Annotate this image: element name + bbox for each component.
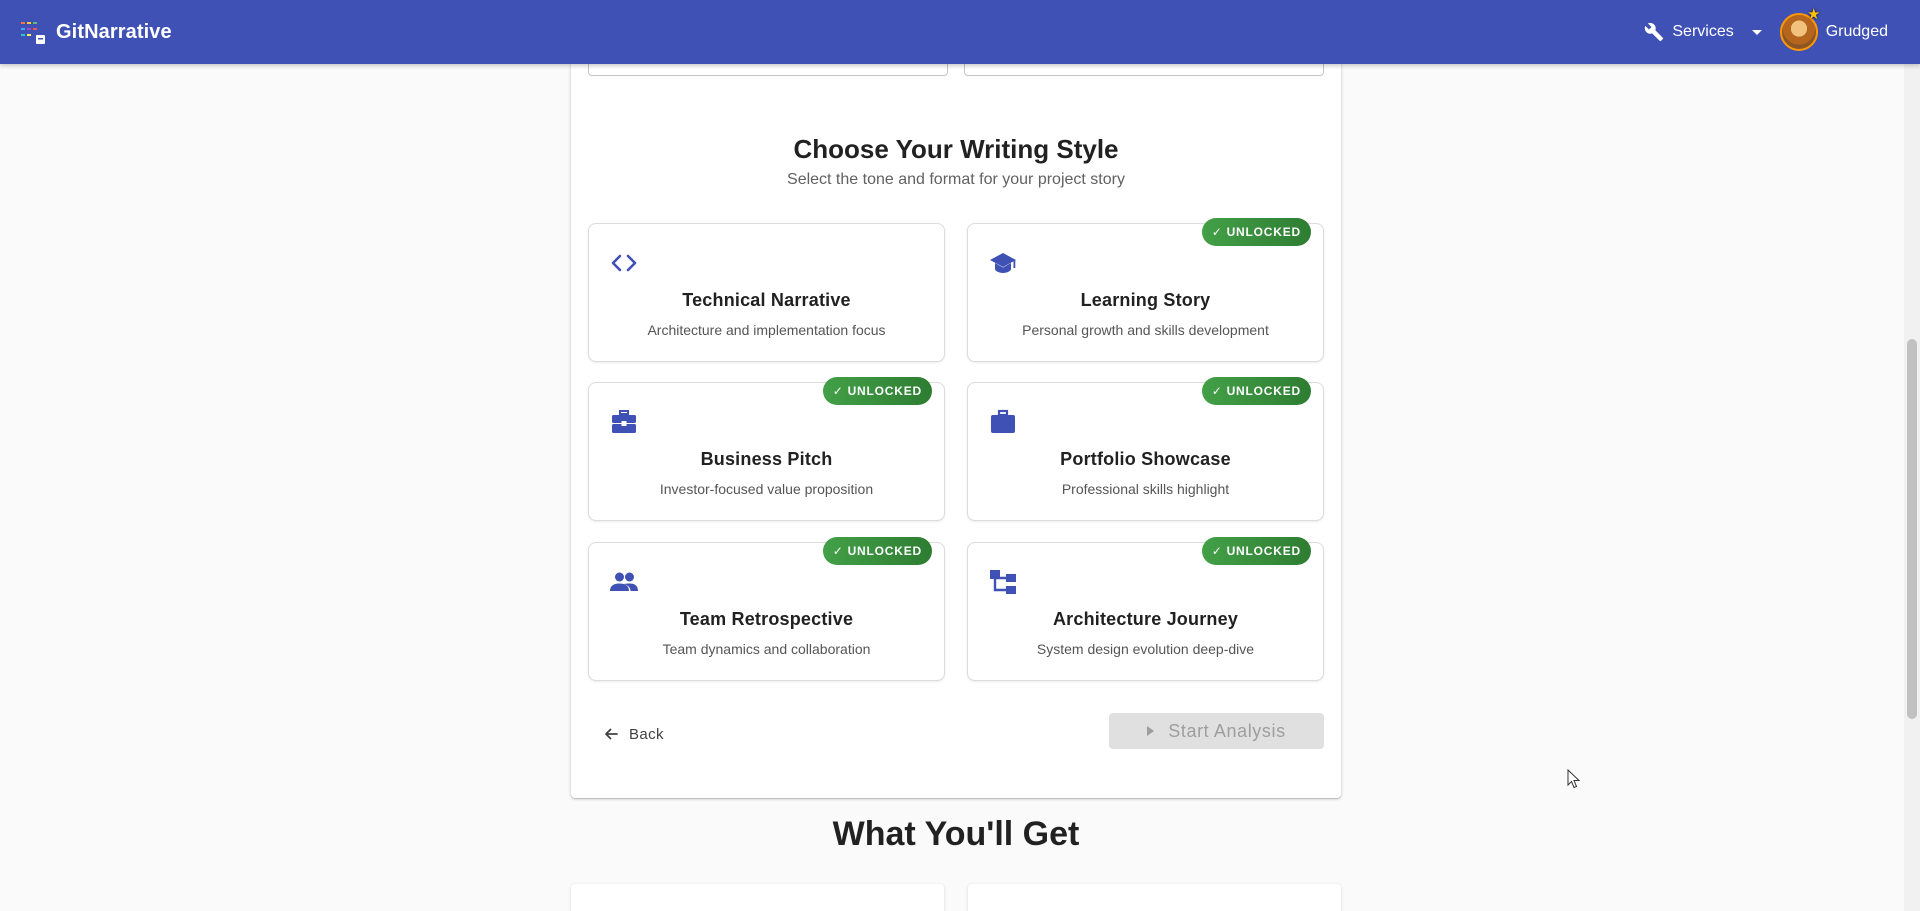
style-card-technical-narrative[interactable]: Technical Narrative Architecture and imp… — [588, 223, 945, 362]
services-menu-button[interactable]: Services — [1644, 22, 1734, 42]
back-label: Back — [629, 725, 664, 743]
people-icon — [610, 572, 638, 591]
arrow-left-icon — [605, 728, 618, 740]
chevron-down-icon[interactable] — [1751, 29, 1762, 35]
start-analysis-button[interactable]: Start Analysis — [1109, 713, 1324, 749]
app-bar: GitNarrative Services ★ Grudged — [0, 0, 1920, 64]
check-icon: ✓ — [832, 544, 844, 558]
scrollbar-thumb[interactable] — [1907, 339, 1917, 719]
style-card-description: Professional skills highlight — [1061, 481, 1230, 497]
unlocked-badge: ✓ UNLOCKED — [1201, 218, 1311, 246]
style-card-business-pitch[interactable]: ✓ UNLOCKED Business Pitch Investor-focuse… — [588, 377, 945, 521]
wrench-icon — [1645, 22, 1664, 42]
style-card-team-retrospective[interactable]: ✓ UNLOCKED Team Retrospective Team dynami… — [588, 537, 945, 681]
style-card-description: Architecture and implementation focus — [647, 322, 886, 338]
unlocked-badge: ✓ UNLOCKED — [1201, 377, 1311, 405]
check-icon: ✓ — [1211, 544, 1223, 558]
style-card-title: Architecture Journey — [1052, 609, 1239, 629]
graduation-cap-icon — [990, 253, 1016, 273]
style-card-description: Investor-focused value proposition — [659, 481, 874, 497]
back-button[interactable]: Back — [595, 716, 672, 752]
feature-card — [968, 884, 1341, 911]
page-scrollbar[interactable] — [1904, 64, 1920, 911]
features-section-title: What You'll Get — [832, 815, 1080, 853]
style-card-portfolio-showcase[interactable]: ✓ UNLOCKED Portfolio Showcase Professiona… — [967, 377, 1324, 521]
code-icon — [611, 254, 637, 272]
style-card-title: Business Pitch — [700, 449, 833, 469]
start-analysis-label: Start Analysis — [1168, 720, 1286, 741]
unlocked-badge: ✓ UNLOCKED — [1201, 537, 1311, 565]
style-card-title: Learning Story — [1080, 290, 1211, 310]
user-menu-button[interactable]: ★ Grudged — [1779, 7, 1888, 51]
section-title: Choose Your Writing Style — [793, 134, 1119, 164]
section-subtitle: Select the tone and format for your proj… — [787, 171, 1125, 188]
style-card-architecture-journey[interactable]: ✓ UNLOCKED Architecture Journey System de… — [967, 537, 1324, 681]
check-icon: ✓ — [1211, 225, 1223, 239]
style-card-learning-story[interactable]: ✓ UNLOCKED Learning Story Personal growth… — [967, 218, 1324, 362]
briefcase-plus-icon — [612, 410, 636, 433]
play-icon — [1147, 726, 1155, 736]
check-icon: ✓ — [1211, 384, 1223, 398]
work-bag-icon — [991, 409, 1015, 433]
star-icon: ★ — [1807, 6, 1821, 23]
user-name: Grudged — [1825, 23, 1888, 40]
style-card-title: Team Retrospective — [679, 609, 854, 629]
brand-logo-icon — [21, 22, 45, 44]
style-selection-panel: Choose Your Writing Style Select the ton… — [571, 36, 1341, 798]
avatar: ★ — [1779, 7, 1820, 51]
feature-card — [571, 884, 944, 911]
brand-name: GitNarrative — [56, 20, 172, 43]
services-label: Services — [1672, 23, 1734, 40]
style-card-title: Technical Narrative — [682, 290, 851, 310]
hierarchy-icon — [990, 570, 1016, 594]
style-card-title: Portfolio Showcase — [1060, 449, 1231, 469]
style-card-description: System design evolution deep-dive — [1036, 641, 1255, 657]
brand-link[interactable]: GitNarrative — [20, 0, 172, 64]
unlocked-badge: ✓ UNLOCKED — [822, 537, 932, 565]
mouse-cursor-icon — [1567, 769, 1581, 789]
style-card-description: Personal growth and skills development — [1022, 322, 1269, 338]
unlocked-badge: ✓ UNLOCKED — [822, 377, 932, 405]
check-icon: ✓ — [832, 384, 844, 398]
style-card-description: Team dynamics and collaboration — [662, 641, 871, 657]
